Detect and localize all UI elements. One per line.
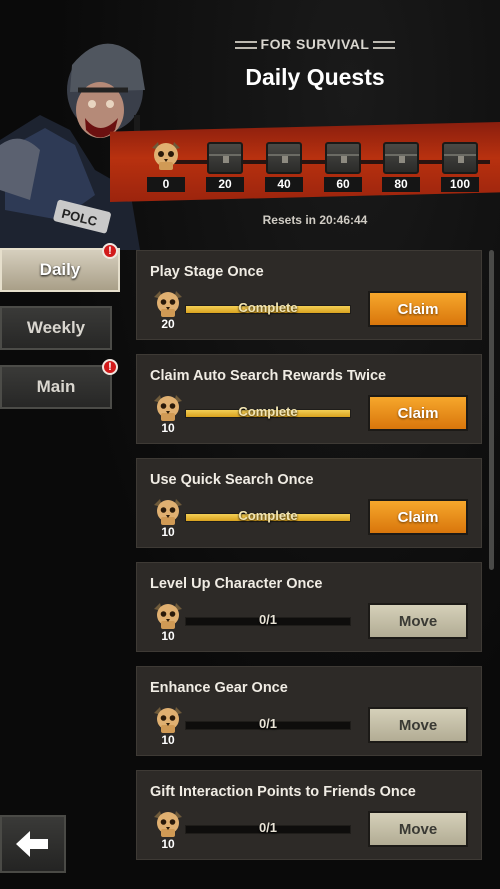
milestone-value: 20 — [206, 177, 244, 192]
move-button[interactable]: Move — [368, 603, 468, 639]
quest-points: 20 — [161, 317, 175, 331]
milestone-100[interactable]: 100 — [440, 140, 480, 196]
claim-button[interactable]: Claim — [368, 499, 468, 535]
milestone-60[interactable]: 60 — [323, 140, 363, 196]
quest-title: Claim Auto Search Rewards Twice — [150, 368, 387, 384]
milestone-value: 60 — [324, 177, 362, 192]
milestone-0: 0 — [146, 140, 186, 196]
progress-text: 0/1 — [258, 612, 278, 627]
quest-points: 10 — [161, 837, 175, 851]
milestone-80[interactable]: 80 — [381, 140, 421, 196]
claim-button[interactable]: Claim — [368, 395, 468, 431]
header-deco-left — [234, 41, 257, 50]
quest-points: 10 — [161, 421, 175, 435]
quest-item: Play Stage Once 20 Complete Claim — [136, 250, 482, 340]
page-title: Daily Quests — [245, 64, 385, 90]
quest-title: Enhance Gear Once — [150, 680, 288, 696]
progress-text: Complete — [238, 508, 298, 523]
quest-item: Level Up Character Once 10 0/1 Move — [136, 562, 482, 652]
back-button[interactable] — [0, 815, 66, 873]
quest-title: Level Up Character Once — [150, 576, 323, 592]
quest-points: 10 — [161, 525, 175, 539]
milestone-value: 0 — [147, 177, 185, 192]
quest-list[interactable]: Play Stage Once 20 Complete Claim Claim … — [136, 250, 482, 860]
chest-icon — [325, 142, 361, 174]
quest-points: 10 — [161, 733, 175, 747]
chest-icon — [207, 142, 243, 174]
quest-item: Claim Auto Search Rewards Twice 10 Compl… — [136, 354, 482, 444]
progress-text: 0/1 — [258, 716, 278, 731]
milestone-20[interactable]: 20 — [205, 140, 245, 196]
quest-title: Use Quick Search Once — [150, 472, 314, 488]
milestone-40[interactable]: 40 — [264, 140, 304, 196]
chest-icon — [383, 142, 419, 174]
progress-text: Complete — [238, 300, 298, 315]
header-subtitle-text: FOR SURVIVAL — [260, 36, 370, 52]
claim-button[interactable]: Claim — [368, 291, 468, 327]
quest-title: Gift Interaction Points to Friends Once — [150, 784, 416, 800]
chest-icon — [266, 142, 302, 174]
quest-item: Gift Interaction Points to Friends Once … — [136, 770, 482, 860]
tab-weekly[interactable]: Weekly — [0, 306, 112, 350]
quest-points: 10 — [161, 629, 175, 643]
move-button[interactable]: Move — [368, 707, 468, 743]
progress-text: Complete — [238, 404, 298, 419]
skull-icon — [152, 142, 180, 170]
back-arrow-icon — [16, 831, 48, 857]
notification-badge: ! — [102, 243, 118, 259]
milestone-value: 100 — [441, 177, 479, 192]
tab-main[interactable]: Main — [0, 365, 112, 409]
quest-title: Play Stage Once — [150, 264, 264, 280]
chest-icon — [442, 142, 478, 174]
notification-badge: ! — [102, 359, 118, 375]
quest-item: Enhance Gear Once 10 0/1 Move — [136, 666, 482, 756]
milestone-value: 80 — [382, 177, 420, 192]
milestone-value: 40 — [265, 177, 303, 192]
move-button[interactable]: Move — [368, 811, 468, 847]
reset-timer: Resets in 20:46:44 — [262, 213, 368, 227]
daily-quests-screen: POLC FOR SURVIVAL Daily Quests 0 20 40 6… — [0, 0, 500, 889]
header-subtitle: FOR SURVIVAL — [230, 36, 400, 52]
header-deco-right — [373, 41, 396, 50]
progress-text: 0/1 — [258, 820, 278, 835]
quest-list-scrollbar[interactable] — [489, 250, 494, 570]
quest-item: Use Quick Search Once 10 Complete Claim — [136, 458, 482, 548]
